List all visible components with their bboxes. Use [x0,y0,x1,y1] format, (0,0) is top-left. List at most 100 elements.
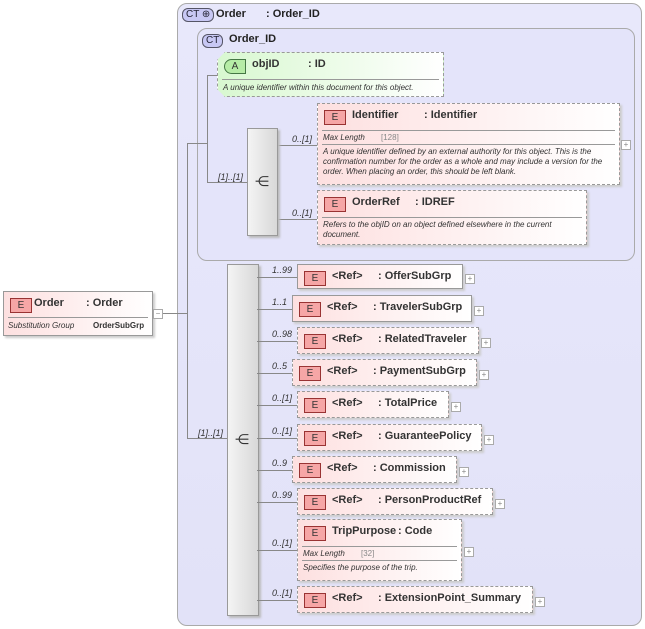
expand-button[interactable]: + [495,498,505,509]
divider [322,217,582,218]
element-type: : TravelerSubGrp [373,301,463,313]
cardinality: 1..99 [272,264,293,275]
sequence-compositor[interactable]: ⋲ [247,128,278,236]
facet-label: Max Length [303,549,345,558]
cardinality: 0..[1] [272,538,293,548]
attribute-name: objID [252,58,280,70]
element-ref[interactable]: E <Ref> : RelatedTraveler [297,327,479,354]
expand-button[interactable]: + [535,596,545,607]
element-name: <Ref> [327,365,358,377]
complex-type-badge: CT [202,34,224,48]
facet-value: [128] [381,133,399,142]
sequence-icon: ⋲ [255,173,269,189]
cardinality: 0..99 [272,489,293,500]
element-ref[interactable]: E <Ref> : Commission [292,456,457,483]
expand-button[interactable]: + [481,337,491,348]
connector [187,438,227,439]
cardinality: 0..9 [272,457,288,468]
element-name: <Ref> [332,333,363,345]
divider [322,144,615,145]
element-badge: E [304,398,326,413]
element-ref[interactable]: E <Ref> : OfferSubGrp [297,264,463,289]
element-ref[interactable]: E TripPurpose : Code Max Length [32] Spe… [297,519,462,581]
sequence-compositor[interactable]: ⋲ [227,264,259,616]
expand-button[interactable]: + [474,305,484,316]
element-orderref[interactable]: E OrderRef : IDREF Refers to the objID o… [317,190,587,245]
element-name: Identifier [352,109,399,121]
element-name: <Ref> [332,592,363,604]
element-badge: E [299,366,321,381]
element-name: <Ref> [332,494,363,506]
divider [322,130,615,131]
element-ref[interactable]: E <Ref> : TotalPrice [297,391,449,418]
connector [257,372,292,374]
element-badge: E [324,110,346,125]
divider [222,79,439,80]
connector [276,219,317,220]
element-name: <Ref> [332,430,363,442]
element-name: <Ref> [327,462,358,474]
connector [257,340,297,342]
element-type: : PaymentSubGrp [373,365,466,377]
attribute-doc: A unique identifier within this document… [223,83,414,92]
element-type: : OfferSubGrp [378,270,452,282]
element-order[interactable]: E Order : Order Substitution Group Order… [3,291,153,336]
connector [276,145,317,146]
cardinality: 0..5 [272,360,288,371]
element-name: Order [34,297,64,309]
connector [257,276,297,278]
cardinality: [1]..[1] [198,428,224,438]
expand-button[interactable]: + [459,466,469,477]
element-badge: E [304,495,326,510]
element-ref[interactable]: E <Ref> : TravelerSubGrp [292,295,472,322]
sequence-icon: ⋲ [235,431,249,447]
connector [187,143,207,144]
connector [257,404,297,406]
expand-button[interactable]: + [484,434,494,445]
substitution-group-label: Substitution Group [8,321,75,330]
connector [257,469,292,471]
cardinality: 0..[1] [272,392,293,403]
complex-type-badge[interactable]: CT ⊕ [182,8,215,22]
element-type: : Identifier [424,109,478,121]
element-doc: Refers to the objID on an object defined… [323,220,552,239]
divider [302,560,457,561]
element-badge: E [304,271,326,286]
element-type: : Order [86,297,123,309]
collapse-button[interactable]: − [153,309,163,319]
element-badge: E [10,298,32,313]
element-type: : ExtensionPoint_Summary [378,592,522,604]
expand-button[interactable]: + [621,140,631,150]
connector [207,75,208,182]
attribute-badge: A [224,59,246,74]
element-ref[interactable]: E <Ref> : PaymentSubGrp [292,359,477,386]
expand-button[interactable]: + [451,401,461,412]
element-name: <Ref> [332,397,363,409]
expand-button[interactable]: + [464,547,474,557]
inner-ct-name: Order_ID [229,33,277,45]
element-doc: Specifies the purpose of the trip. [303,563,418,572]
divider [8,317,148,318]
element-name: <Ref> [327,301,358,313]
element-ref[interactable]: E <Ref> : ExtensionPoint_Summary [297,586,533,613]
element-doc: A unique identifier defined by an extern… [323,147,603,176]
element-badge: E [304,334,326,349]
connector [207,182,247,183]
expand-button[interactable]: + [465,273,475,284]
element-name: <Ref> [332,270,363,282]
element-ref[interactable]: E <Ref> : PersonProductRef [297,488,493,515]
element-type: : GuaranteePolicy [378,430,472,442]
element-ref[interactable]: E <Ref> : GuaranteePolicy [297,424,482,451]
connector [187,143,188,439]
element-identifier[interactable]: E Identifier : Identifier Max Length [12… [317,103,620,185]
element-name: OrderRef [352,196,400,208]
element-badge: E [299,463,321,478]
element-badge: E [304,593,326,608]
substitution-group-value: OrderSubGrp [93,321,145,330]
expand-button[interactable]: + [479,369,489,380]
element-type: : Commission [373,462,446,474]
attribute-objid[interactable]: A objID : ID A unique identifier within … [217,52,444,97]
connector [257,550,297,551]
element-type: : RelatedTraveler [378,333,467,345]
element-type: : Code [398,525,433,537]
